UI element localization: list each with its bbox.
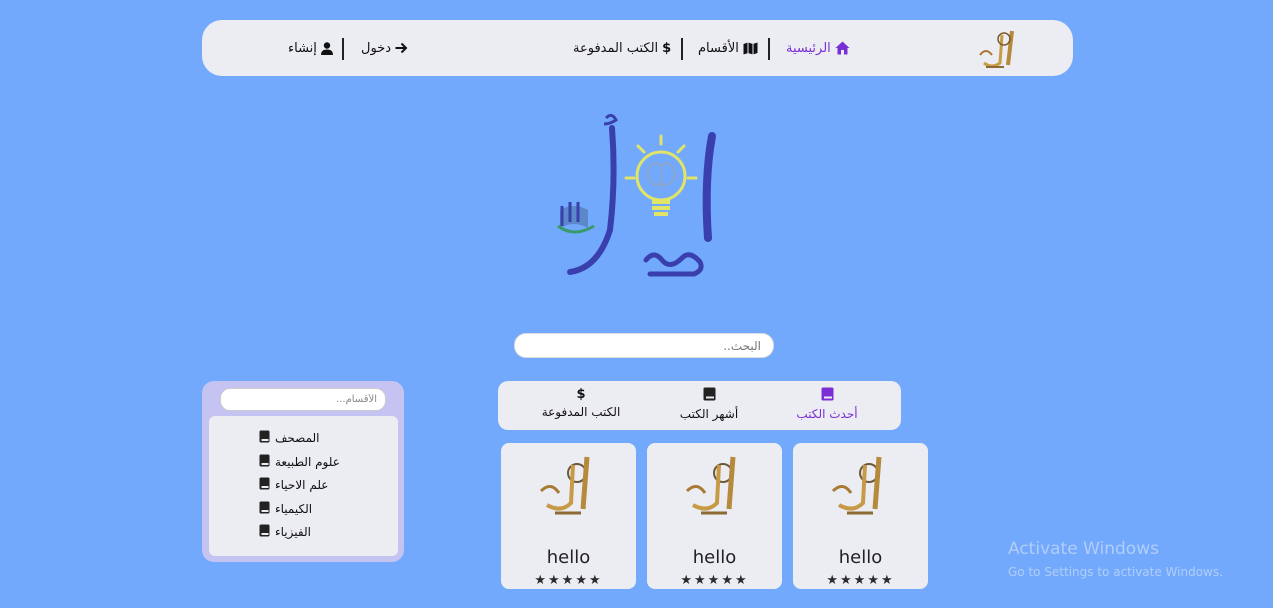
nav-signup-label: إنشاء bbox=[288, 40, 317, 56]
tab-label: الكتب المدفوعة bbox=[541, 405, 621, 419]
nav-signup[interactable]: إنشاء bbox=[288, 36, 333, 60]
tab-popular-books[interactable]: أشهر الكتب bbox=[644, 387, 774, 421]
book-icon bbox=[259, 430, 270, 446]
star-rating: ★★★★★ bbox=[534, 573, 603, 588]
tab-label: أشهر الكتب bbox=[679, 407, 739, 421]
book-icon bbox=[259, 501, 270, 517]
map-icon bbox=[743, 42, 758, 55]
book-icon bbox=[259, 524, 270, 540]
tab-latest-books[interactable]: أحدث الكتب bbox=[762, 387, 892, 421]
search-input[interactable] bbox=[514, 333, 774, 358]
watermark-title: Activate Windows bbox=[1008, 539, 1159, 559]
nav-sections-label: الأقسام bbox=[698, 40, 739, 56]
arrow-right-icon bbox=[395, 42, 408, 54]
category-item[interactable]: المصحف bbox=[259, 430, 320, 446]
book-title: hello bbox=[692, 547, 737, 568]
categories-list: المصحف علوم الطبيعة علم الاحياء الكيمياء… bbox=[209, 416, 398, 556]
category-label: علوم الطبيعة bbox=[275, 455, 340, 469]
category-item[interactable]: الفيزياء bbox=[259, 524, 311, 540]
nav-paid-books[interactable]: $ الكتب المدفوعة bbox=[573, 36, 671, 60]
book-cover bbox=[685, 456, 736, 515]
categories-panel: المصحف علوم الطبيعة علم الاحياء الكيمياء… bbox=[202, 381, 404, 562]
hero-logo bbox=[557, 113, 716, 277]
site-logo[interactable] bbox=[974, 25, 1020, 73]
activation-watermark: Activate Windows Go to Settings to activ… bbox=[1008, 539, 1223, 579]
nav-divider bbox=[342, 38, 344, 60]
tab-label: أحدث الكتب bbox=[796, 407, 858, 421]
watermark-subtitle: Go to Settings to activate Windows. bbox=[1008, 565, 1223, 579]
nav-login[interactable]: دخول bbox=[361, 36, 408, 60]
category-label: الفيزياء bbox=[275, 525, 311, 539]
user-icon bbox=[320, 41, 333, 55]
nav-home-label: الرئيسية bbox=[786, 40, 831, 56]
home-icon bbox=[835, 41, 850, 55]
category-item[interactable]: علم الاحياء bbox=[259, 477, 328, 493]
dollar-icon: $ bbox=[576, 387, 586, 402]
book-icon bbox=[821, 387, 834, 404]
nav-home[interactable]: الرئيسية bbox=[786, 36, 850, 60]
nav-login-label: دخول bbox=[361, 40, 391, 56]
book-cover bbox=[831, 456, 882, 515]
navbar: الرئيسية الأقسام $ الكتب المدفوعة دخول إ… bbox=[202, 20, 1073, 76]
book-card[interactable]: hello ★★★★★ bbox=[647, 443, 782, 589]
nav-divider bbox=[681, 38, 683, 60]
star-rating: ★★★★★ bbox=[826, 573, 895, 588]
category-label: المصحف bbox=[275, 431, 320, 445]
categories-search-input[interactable] bbox=[220, 388, 386, 411]
book-title: hello bbox=[546, 547, 591, 568]
book-icon bbox=[259, 454, 270, 470]
nav-divider bbox=[768, 38, 770, 60]
book-cover bbox=[539, 456, 590, 515]
dollar-icon: $ bbox=[662, 40, 672, 56]
book-card[interactable]: hello ★★★★★ bbox=[793, 443, 928, 589]
book-tabs: أحدث الكتب أشهر الكتب $ الكتب المدفوعة bbox=[498, 381, 901, 430]
book-card[interactable]: hello ★★★★★ bbox=[501, 443, 636, 589]
nav-paid-books-label: الكتب المدفوعة bbox=[573, 40, 659, 56]
book-icon bbox=[259, 477, 270, 493]
book-icon bbox=[703, 387, 716, 404]
book-title: hello bbox=[838, 547, 883, 568]
tab-paid-books[interactable]: $ الكتب المدفوعة bbox=[516, 387, 646, 419]
category-item[interactable]: الكيمياء bbox=[259, 501, 312, 517]
category-label: علم الاحياء bbox=[275, 478, 329, 492]
category-item[interactable]: علوم الطبيعة bbox=[259, 454, 340, 470]
star-rating: ★★★★★ bbox=[680, 573, 749, 588]
category-label: الكيمياء bbox=[275, 502, 313, 516]
nav-sections[interactable]: الأقسام bbox=[698, 36, 758, 60]
